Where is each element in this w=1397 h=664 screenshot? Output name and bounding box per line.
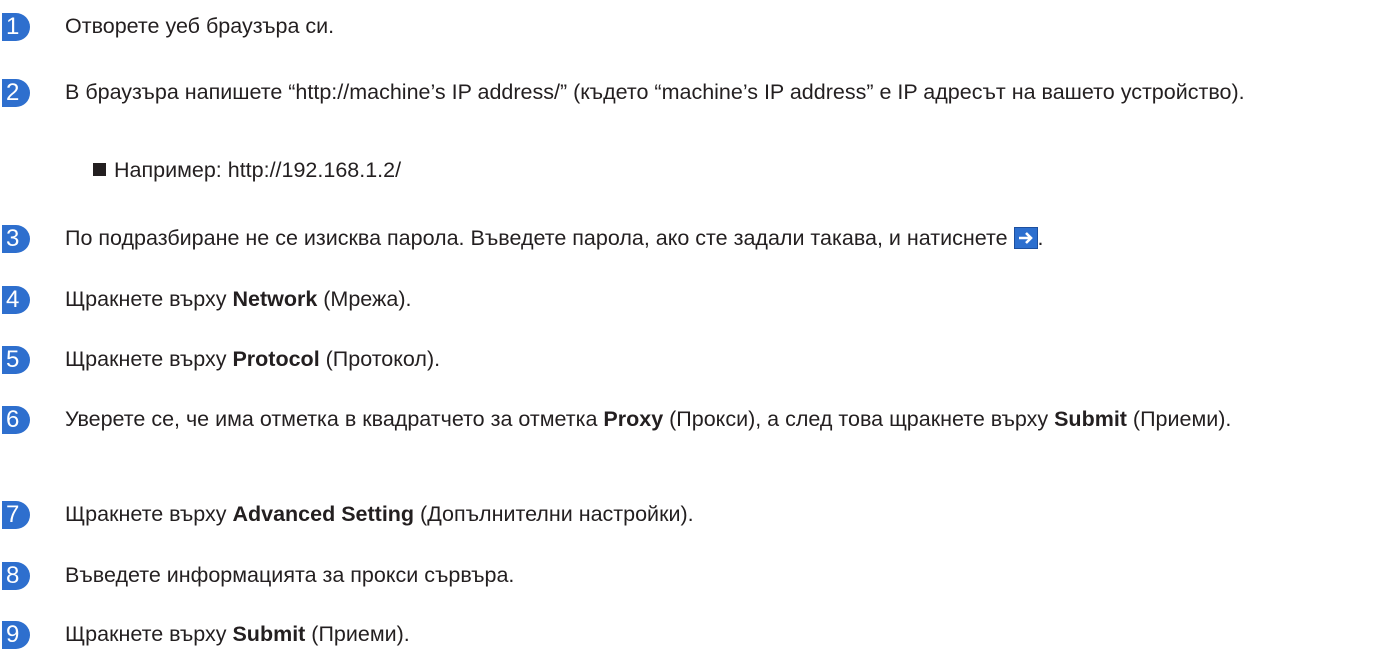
step-text-pre: Щракнете върху (65, 347, 233, 371)
step-number-badge: 9 (2, 621, 30, 649)
step-text-pre: Уверете се, че има отметка в квадратчето… (65, 407, 604, 431)
step-number-badge: 8 (2, 562, 30, 590)
ui-term: Advanced Setting (232, 502, 415, 526)
step-text-body: По подразбиране не се изисква парола. Въ… (65, 226, 1008, 250)
ui-term: Submit (1054, 407, 1127, 431)
ui-term: Protocol (232, 347, 320, 371)
ui-term: Proxy (603, 407, 664, 431)
step-text-mid: (Прокси), а след това щракнете върху (663, 407, 1055, 431)
step-text: Щракнете върху Network (Мрежа). (65, 283, 1391, 316)
step-text: Отворете уеб браузъра си. (65, 14, 335, 38)
step-number-badge: 2 (2, 79, 30, 107)
step-text-pre: Щракнете върху (65, 287, 233, 311)
arrow-right-icon (1013, 227, 1038, 249)
step-text-post: (Приеми). (1126, 407, 1232, 431)
step-text-post: (Протокол). (319, 347, 441, 371)
step-number-badge: 3 (2, 225, 30, 253)
ui-term: Network (232, 287, 318, 311)
step-text-post: (Приеми). (305, 622, 410, 646)
step-number-badge: 4 (2, 286, 30, 314)
step-number-badge: 6 (2, 406, 30, 434)
example-item: Например: http://192.168.1.2/ (93, 154, 401, 187)
step-text: Уверете се, че има отметка в квадратчето… (65, 403, 1391, 436)
ui-term: Submit (232, 622, 306, 646)
step-text-pre: Щракнете върху (65, 502, 233, 526)
step-text-pre: Щракнете върху (65, 622, 233, 646)
step-text: Щракнете върху Advanced Setting (Допълни… (65, 498, 1391, 531)
step-text: Щракнете върху Protocol (Протокол). (65, 343, 1391, 376)
step-number-badge: 1 (2, 13, 30, 41)
bullet-square-icon (93, 163, 106, 176)
step-text-post: (Допълнителни настройки). (414, 502, 694, 526)
step-text: В браузъра напишете “http://machine’s IP… (65, 80, 1245, 104)
step-text-post: (Мрежа). (317, 287, 412, 311)
step-text-tail: . (1037, 226, 1044, 250)
step-number-badge: 5 (2, 346, 30, 374)
step-text: По подразбиране не се изисква парола. Въ… (65, 222, 1391, 255)
step-text: Въведете информацията за прокси сървъра. (65, 563, 515, 587)
example-text: Например: http://192.168.1.2/ (114, 158, 402, 182)
step-number-badge: 7 (2, 501, 30, 529)
step-text: Щракнете върху Submit (Приеми). (65, 618, 1391, 651)
